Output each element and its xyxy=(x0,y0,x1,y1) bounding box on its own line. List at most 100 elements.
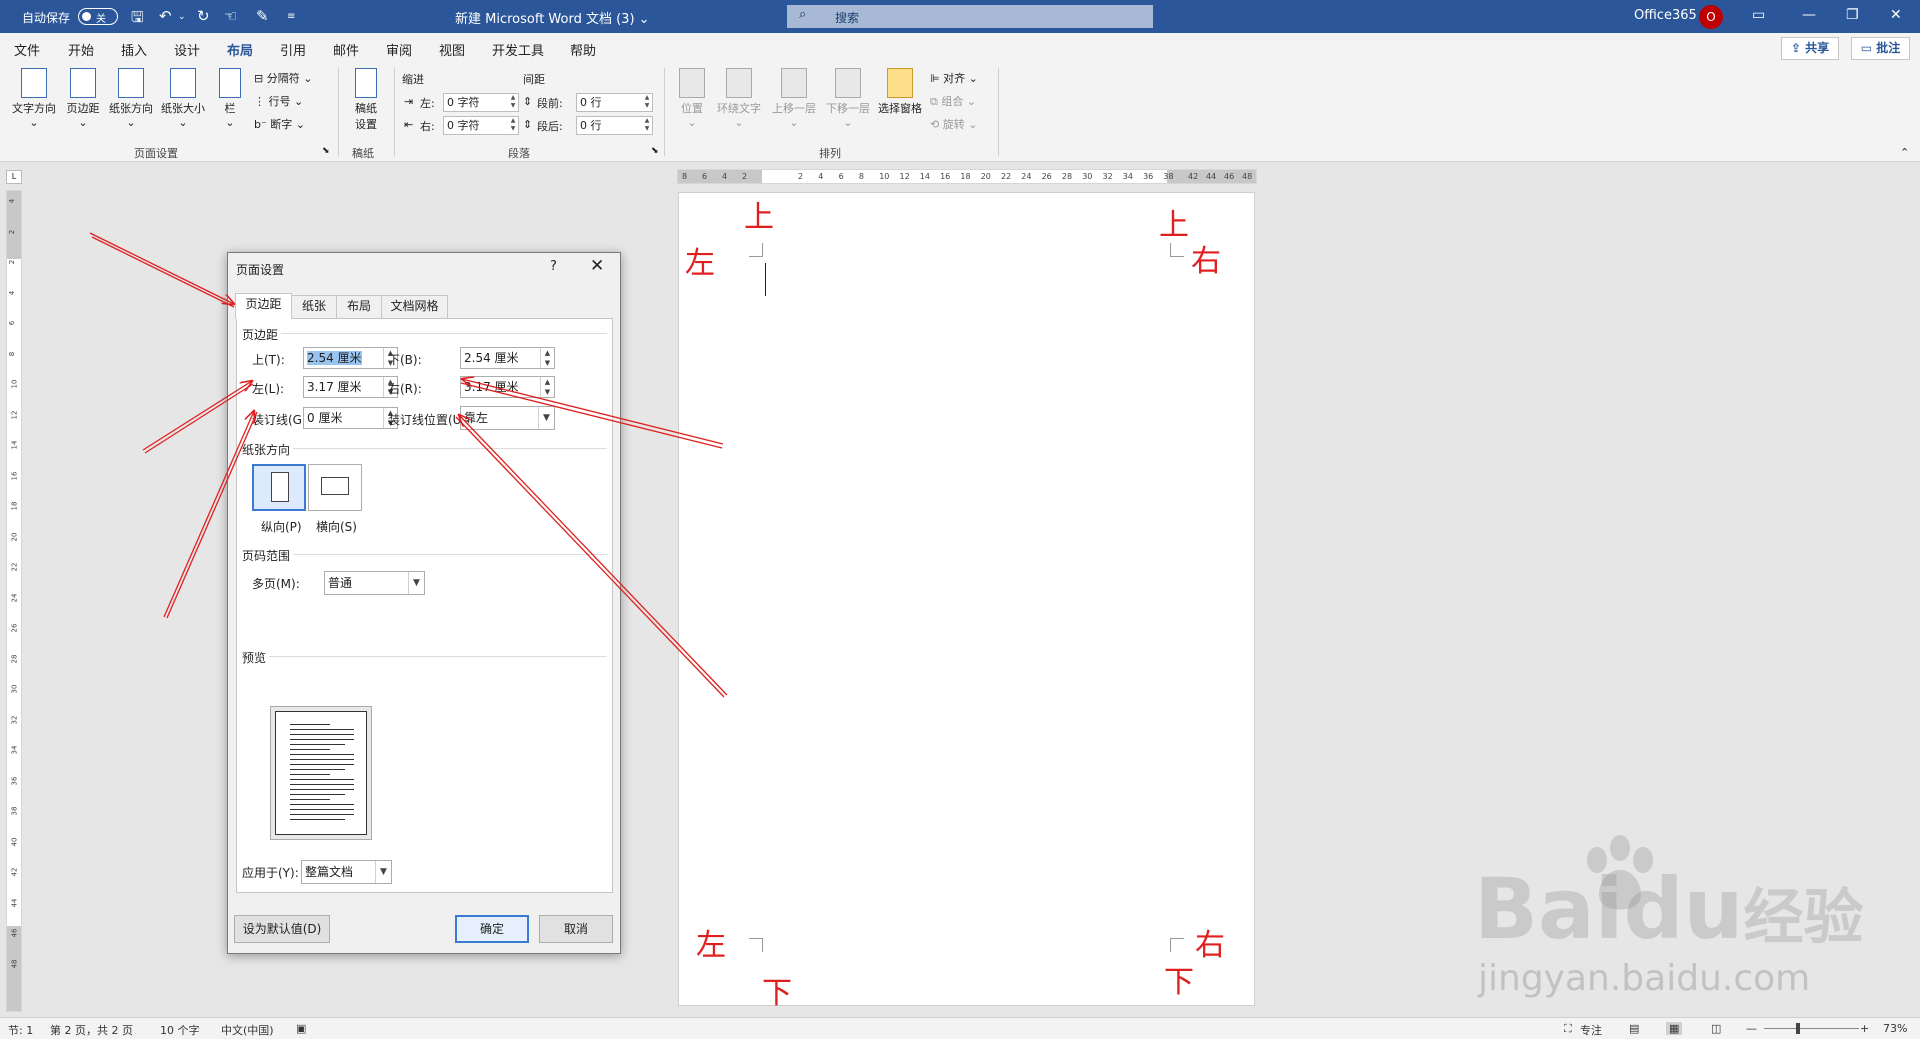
spin-arrows-icon[interactable]: ▲ ▼ xyxy=(540,377,554,397)
indent-right-input[interactable]: 0 字符 ▲ ▼ xyxy=(443,116,519,135)
left-margin-input[interactable]: 3.17 厘米 ▲ ▼ xyxy=(303,376,398,398)
right-margin-input[interactable]: 3.17 厘米 ▲ ▼ xyxy=(460,376,555,398)
account-name[interactable]: Office365 xyxy=(1634,8,1697,23)
apply-to-select[interactable]: 整篇文档 ▼ xyxy=(301,860,392,884)
tab-file[interactable]: 文件 xyxy=(14,40,40,59)
spin-arrows-icon[interactable]: ▲ ▼ xyxy=(508,94,518,111)
share-button[interactable]: ⇪ 共享 xyxy=(1781,37,1839,60)
comment-icon: ▭ xyxy=(1860,41,1873,55)
tab-layout[interactable]: 布局 xyxy=(336,295,382,318)
document-page[interactable] xyxy=(678,192,1255,1006)
help-icon[interactable]: ? xyxy=(550,259,557,274)
landscape-option[interactable] xyxy=(308,464,362,511)
read-mode-icon[interactable]: ▤ xyxy=(1629,1022,1639,1035)
tab-home[interactable]: 开始 xyxy=(68,40,94,59)
hyphenation-button[interactable]: b⁻ 断字 ⌄ xyxy=(254,116,305,132)
tab-developer[interactable]: 开发工具 xyxy=(492,40,544,59)
gutter-input[interactable]: 0 厘米 ▲ ▼ xyxy=(303,407,398,429)
avatar[interactable]: O xyxy=(1699,5,1723,29)
breaks-button[interactable]: ⊟ 分隔符 ⌄ xyxy=(254,70,312,86)
comments-button[interactable]: ▭ 批注 xyxy=(1851,37,1910,60)
paragraph-launcher-icon[interactable]: ⬊ xyxy=(651,146,659,156)
tab-margins[interactable]: 页边距 xyxy=(235,293,292,319)
undo-dropdown-icon[interactable]: ⌄ xyxy=(178,12,186,22)
paragraph-group-label: 段落 xyxy=(508,147,530,160)
format-painter-icon[interactable]: ✎ xyxy=(256,7,269,25)
selection-pane-button[interactable]: 选择窗格 xyxy=(874,68,926,116)
ok-button[interactable]: 确定 xyxy=(455,915,529,943)
document-title[interactable]: 新建 Microsoft Word 文档 (3) ⌄ xyxy=(455,8,650,27)
status-section[interactable]: 节: 1 xyxy=(8,1022,33,1038)
tab-help[interactable]: 帮助 xyxy=(570,40,596,59)
bottom-margin-input[interactable]: 2.54 厘米 ▲ ▼ xyxy=(460,347,555,369)
tab-selector[interactable]: L xyxy=(6,170,22,184)
focus-label[interactable]: 专注 xyxy=(1580,1022,1602,1038)
customize-qat-icon[interactable]: ≡ xyxy=(287,11,295,22)
undo-icon[interactable]: ↶ xyxy=(159,7,172,25)
status-language[interactable]: 中文(中国) xyxy=(221,1022,274,1038)
tab-mailings[interactable]: 邮件 xyxy=(333,40,359,59)
page-setup-launcher-icon[interactable]: ⬊ xyxy=(322,146,330,156)
orientation-button[interactable]: 纸张方向 ⌄ xyxy=(106,68,156,129)
tab-document-grid[interactable]: 文档网格 xyxy=(381,295,448,318)
zoom-out-icon[interactable]: — xyxy=(1746,1022,1757,1035)
minimize-icon[interactable]: — xyxy=(1802,7,1816,23)
focus-icon[interactable]: ⛶ xyxy=(1564,1022,1572,1036)
text-direction-button[interactable]: 文字方向 ⌄ xyxy=(8,68,60,129)
set-default-button[interactable]: 设为默认值(D) xyxy=(234,915,330,943)
web-layout-icon[interactable]: ◫ xyxy=(1711,1022,1721,1035)
tab-insert[interactable]: 插入 xyxy=(121,40,147,59)
multiple-pages-select[interactable]: 普通 ▼ xyxy=(324,571,425,595)
group-button[interactable]: ⧉ 组合 ⌄ xyxy=(930,93,976,109)
status-page[interactable]: 第 2 页，共 2 页 xyxy=(50,1022,133,1038)
ruler-number: 4 xyxy=(722,172,728,181)
wrap-text-button[interactable]: 环绕文字 ⌄ xyxy=(714,68,764,129)
manuscript-settings-button[interactable]: 稿纸 设置 xyxy=(348,68,384,132)
accessibility-icon[interactable]: ▣ xyxy=(296,1022,306,1035)
spin-arrows-icon[interactable]: ▲ ▼ xyxy=(642,94,652,111)
save-icon[interactable]: 🖫 xyxy=(131,7,144,32)
size-button[interactable]: 纸张大小 ⌄ xyxy=(158,68,208,129)
ribbon-display-options-icon[interactable]: ▭ xyxy=(1752,7,1765,23)
zoom-level[interactable]: 73% xyxy=(1883,1022,1907,1035)
line-numbers-button[interactable]: ⋮ 行号 ⌄ xyxy=(254,93,303,109)
search-box[interactable]: ⌕ 搜索 xyxy=(787,5,1153,28)
portrait-option[interactable] xyxy=(252,464,306,511)
indent-left-input[interactable]: 0 字符 ▲ ▼ xyxy=(443,93,519,112)
tab-paper[interactable]: 纸张 xyxy=(291,295,337,318)
spacing-before-input[interactable]: 0 行 ▲ ▼ xyxy=(576,93,653,112)
close-icon[interactable]: ✕ xyxy=(590,256,604,276)
columns-button[interactable]: 栏 ⌄ xyxy=(216,68,244,129)
tab-design[interactable]: 设计 xyxy=(174,40,200,59)
tab-references[interactable]: 引用 xyxy=(280,40,306,59)
spin-arrows-icon[interactable]: ▲ ▼ xyxy=(540,348,554,368)
align-button[interactable]: ⊫ 对齐 ⌄ xyxy=(930,70,978,86)
watermark-url: jingyan.baidu.com xyxy=(1478,958,1811,999)
arrange-group-label: 排列 xyxy=(819,147,841,160)
close-window-icon[interactable]: ✕ xyxy=(1890,7,1902,23)
rotate-button[interactable]: ⟲ 旋转 ⌄ xyxy=(930,116,977,132)
spin-arrows-icon[interactable]: ▲ ▼ xyxy=(508,117,518,134)
collapse-ribbon-icon[interactable]: ⌃ xyxy=(1900,146,1909,159)
margins-button[interactable]: 页边距 ⌄ xyxy=(62,68,104,129)
zoom-slider[interactable] xyxy=(1764,1023,1859,1034)
redo-icon[interactable]: ↻ xyxy=(197,7,210,25)
status-word-count[interactable]: 10 个字 xyxy=(160,1022,200,1038)
tab-review[interactable]: 审阅 xyxy=(386,40,412,59)
print-layout-icon[interactable]: ▦ xyxy=(1666,1022,1683,1035)
send-backward-button[interactable]: 下移一层 ⌄ xyxy=(822,68,874,129)
zoom-slider-thumb[interactable] xyxy=(1796,1023,1800,1034)
position-button[interactable]: 位置 ⌄ xyxy=(674,68,710,129)
restore-icon[interactable]: ❐ xyxy=(1846,7,1859,23)
spacing-after-input[interactable]: 0 行 ▲ ▼ xyxy=(576,116,653,135)
top-margin-input[interactable]: 2.54 厘米 ▲ ▼ xyxy=(303,347,398,369)
zoom-in-icon[interactable]: + xyxy=(1860,1022,1869,1035)
cancel-button[interactable]: 取消 xyxy=(539,915,613,943)
tab-view[interactable]: 视图 xyxy=(439,40,465,59)
bring-forward-button[interactable]: 上移一层 ⌄ xyxy=(768,68,820,129)
autosave-toggle[interactable]: 关 xyxy=(78,8,118,25)
touch-mode-icon[interactable]: ☜ xyxy=(224,7,237,25)
spin-arrows-icon[interactable]: ▲ ▼ xyxy=(642,117,652,134)
search-placeholder: 搜索 xyxy=(835,11,860,25)
gutter-position-select[interactable]: 靠左 ▼ xyxy=(460,406,555,430)
